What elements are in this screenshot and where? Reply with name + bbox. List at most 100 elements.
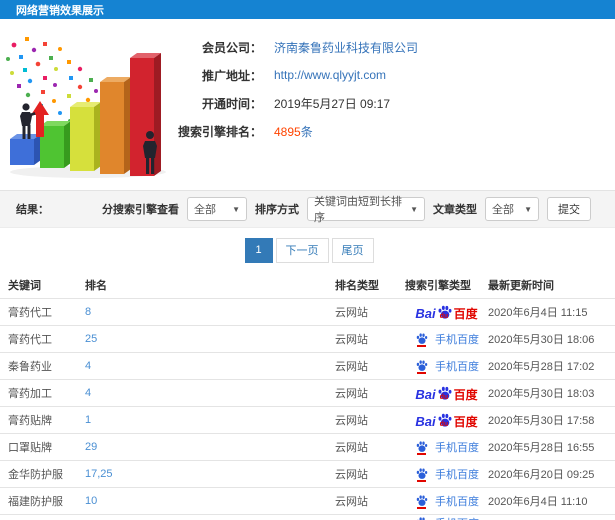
- info-row-open-time: 开通时间： 2019年5月27日 09:17: [170, 89, 615, 117]
- updated-cell: 2020年6月4日 11:15: [488, 307, 588, 319]
- baidu-mobile-badge: 手机百度: [414, 331, 479, 347]
- rank-link[interactable]: 17,25: [85, 468, 113, 480]
- rank-type-cell: 云网站: [335, 307, 368, 319]
- rank-link[interactable]: 4: [85, 387, 91, 399]
- baidu-pc-logo: Bai du 百度: [415, 413, 478, 429]
- article-type-selected-value: 全部: [492, 204, 514, 216]
- keyword-cell: 福建防护服: [8, 496, 63, 508]
- engine-cell: Bai du 百度: [405, 385, 488, 401]
- table-row: 膏药加工 4 云网站 Bai du 百度 2020年5月30日 18:03: [0, 379, 615, 406]
- engine-view-select[interactable]: 全部 ▼: [187, 197, 247, 221]
- ranking-count-label: 搜索引擎排名：: [177, 124, 262, 139]
- open-time-label: 开通时间：: [201, 96, 262, 111]
- baidu-underline: [417, 479, 426, 482]
- page-title: 网络营销效果展示: [16, 4, 104, 17]
- rank-type-cell: 云网站: [335, 469, 368, 481]
- baidu-paw-icon: [416, 359, 428, 371]
- keyword-cell: 金华防护服: [8, 469, 63, 481]
- table-row: 膏药代工 25 云网站 手机百度 2020年5月30日 18:06: [0, 325, 615, 352]
- baidu-mobile-badge: 手机百度: [414, 439, 479, 455]
- keyword-cell: 膏药加工: [8, 388, 52, 400]
- last-page-button[interactable]: 尾页: [331, 237, 374, 263]
- keyword-cell: 口罩贴牌: [8, 442, 52, 454]
- engine-cell: 手机百度: [405, 466, 488, 482]
- rank-type-cell: 云网站: [335, 496, 368, 508]
- baidu-paw-icon: [416, 494, 428, 506]
- engine-view-label: 分搜索引擎查看: [102, 204, 179, 216]
- updated-cell: 2020年5月28日 16:55: [488, 442, 595, 454]
- baidu-paw-icon: [416, 516, 427, 520]
- results-table: 关键词 排名 排名类型 搜索引擎类型 最新更新时间 膏药代工 8 云网站 Bai du 百…: [0, 272, 615, 520]
- rank-type-cell: 云网站: [335, 361, 368, 373]
- engine-cell: Bai du 百度: [405, 304, 488, 320]
- sort-label: 排序方式: [255, 204, 299, 216]
- baidu-mobile-badge: 手机百度: [414, 515, 479, 520]
- pagination-area: 1 下一页 尾页: [0, 228, 615, 272]
- sort-selected-value: 关键词由短到长排序: [314, 196, 402, 224]
- info-row-ranking-count: 搜索引擎排名： 4895条: [170, 117, 615, 145]
- table-row-partial: 手机百度: [0, 514, 615, 520]
- rank-type-cell: 云网站: [335, 442, 368, 454]
- table-row: 口罩贴牌 29 云网站 手机百度 2020年5月28日 16:55: [0, 433, 615, 460]
- filter-bar: 结果： 分搜索引擎查看 全部 ▼ 排序方式 关键词由短到长排序 ▼ 文章类型 全…: [0, 190, 615, 228]
- info-row-company: 会员公司： 济南秦鲁药业科技有限公司: [170, 33, 615, 61]
- rank-cell: 25: [85, 333, 335, 345]
- baidu-pc-logo: Bai du 百度: [415, 386, 478, 402]
- keyword-cell: 膏药代工: [8, 307, 52, 319]
- rank-cell: 29: [85, 441, 335, 453]
- table-row: 膏药代工 8 云网站 Bai du 百度 2020年6月4日 11:15: [0, 298, 615, 325]
- engine-view-selected-value: 全部: [194, 204, 216, 216]
- updated-cell: 2020年5月30日 17:58: [488, 415, 595, 427]
- ranking-count-unit: 条: [300, 124, 313, 139]
- engine-cell: 手机百度: [405, 331, 488, 347]
- window-titlebar: 网络营销效果展示: [0, 0, 615, 19]
- pagination: 1 下一页 尾页: [242, 237, 374, 263]
- baidu-underline: [417, 344, 426, 347]
- open-time-value: 2019年5月27日 09:17: [274, 96, 391, 111]
- updated-cell: 2020年5月28日 17:02: [488, 361, 595, 373]
- sort-select[interactable]: 关键词由短到长排序 ▼: [307, 196, 425, 224]
- chevron-down-icon: ▼: [232, 204, 240, 214]
- baidu-mobile-badge: 手机百度: [414, 493, 479, 509]
- company-link[interactable]: 济南秦鲁药业科技有限公司: [274, 39, 418, 56]
- rank-cell: 17,25: [85, 468, 335, 480]
- keyword-cell: 秦鲁药业: [8, 361, 52, 373]
- col-header-updated: 最新更新时间: [488, 280, 554, 292]
- article-type-label: 文章类型: [433, 204, 477, 216]
- rank-cell: 10: [85, 495, 335, 507]
- company-label: 会员公司：: [201, 40, 262, 55]
- rank-link[interactable]: 1: [85, 414, 91, 426]
- rank-link[interactable]: 10: [85, 495, 97, 507]
- results-table-header: 关键词 排名 排名类型 搜索引擎类型 最新更新时间: [0, 272, 615, 298]
- baidu-underline: [417, 452, 426, 455]
- table-row: 福建防护服 10 云网站 手机百度 2020年6月4日 11:10: [0, 487, 615, 514]
- engine-cell: 手机百度: [405, 439, 488, 455]
- promo-url-label: 推广地址：: [201, 68, 262, 83]
- rank-cell: 4: [85, 387, 335, 399]
- baidu-mobile-badge: 手机百度: [414, 466, 479, 482]
- keyword-cell: 膏药代工: [8, 334, 52, 346]
- rank-type-cell: 云网站: [335, 388, 368, 400]
- rank-link[interactable]: 25: [85, 333, 97, 345]
- col-header-rank-type: 排名类型: [335, 280, 379, 292]
- rank-link[interactable]: 4: [85, 360, 91, 372]
- chevron-down-icon: ▼: [524, 204, 532, 214]
- baidu-pc-logo: Bai du 百度: [415, 305, 478, 321]
- result-label: 结果：: [16, 204, 49, 216]
- page-1-button[interactable]: 1: [244, 237, 273, 263]
- rank-link[interactable]: 8: [85, 306, 91, 318]
- updated-cell: 2020年6月20日 09:25: [488, 469, 595, 481]
- baidu-paw-icon: [416, 332, 428, 344]
- submit-button[interactable]: 提交: [547, 197, 591, 221]
- chevron-down-icon: ▼: [410, 204, 418, 214]
- rank-link[interactable]: 29: [85, 441, 97, 453]
- updated-cell: 2020年6月4日 11:10: [488, 496, 588, 508]
- col-header-engine-type: 搜索引擎类型: [405, 280, 471, 292]
- rank-cell: 1: [85, 414, 335, 426]
- promo-url-link[interactable]: http://www.qlyyjt.com: [274, 68, 386, 82]
- table-row: 金华防护服 17,25 云网站 手机百度 2020年6月20日 09:25: [0, 460, 615, 487]
- baidu-paw-icon: [416, 440, 428, 452]
- summary-section: 会员公司： 济南秦鲁药业科技有限公司 推广地址： http://www.qlyy…: [0, 19, 615, 190]
- article-type-select[interactable]: 全部 ▼: [485, 197, 539, 221]
- next-page-button[interactable]: 下一页: [275, 237, 329, 263]
